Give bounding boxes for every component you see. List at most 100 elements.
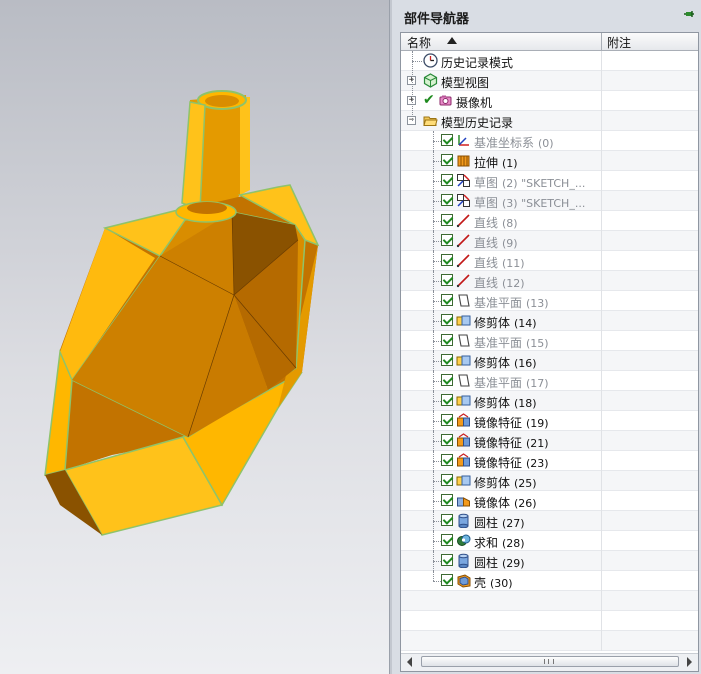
line-icon [456,254,470,268]
visibility-checkbox[interactable] [441,174,453,186]
visibility-checkbox[interactable] [441,234,453,246]
column-separator [601,191,602,211]
tree-item-label: 基准平面 (15) [474,334,549,351]
visibility-checkbox[interactable] [441,294,453,306]
column-separator[interactable] [601,33,602,50]
column-header-name[interactable]: 名称 [407,34,431,51]
tree-row[interactable]: 直线 (11) [401,251,698,271]
trim-body-icon [456,355,471,366]
feature-name: 镜像体 [474,496,511,510]
camera-icon [439,95,452,106]
tree-row[interactable]: 镜像特征 (19) [401,411,698,431]
visibility-checkbox[interactable] [441,154,453,166]
tree-row[interactable]: 求和 (28) [401,531,698,551]
column-separator [601,51,602,71]
mirror-body-icon [457,497,470,507]
visibility-checkbox[interactable] [441,194,453,206]
tree-item-label: 基准平面 (17) [474,374,549,391]
navigator-tree[interactable]: 名称 附注 历史记录模式 + 模型视图 + ✔ 摄像机 − 模型历史记录 基准坐标系 (0) 拉伸(… [400,32,699,672]
tree-row[interactable]: 基准坐标系 (0) [401,131,698,151]
tree-item-label: 直线 (8) [474,214,518,231]
visibility-checkbox[interactable] [441,574,453,586]
tree-row[interactable]: + ✔ 摄像机 [401,91,698,111]
column-separator [601,71,602,91]
visibility-checkbox[interactable] [441,374,453,386]
horizontal-scrollbar[interactable] [401,653,698,671]
tree-row[interactable]: 拉伸 (1) [401,151,698,171]
visibility-checkbox[interactable] [441,134,453,146]
tree-connector [433,141,441,143]
visibility-checkbox[interactable] [441,314,453,326]
tree-row[interactable]: 修剪体 (16) [401,351,698,371]
pin-icon[interactable] [683,9,695,21]
column-separator [601,331,602,351]
tree-row[interactable]: 直线 (8) [401,211,698,231]
feature-name: 圆柱 [474,516,499,530]
visibility-checkbox[interactable] [441,254,453,266]
feature-number: (14) [514,317,537,330]
tree-row[interactable]: 修剪体 (14) [401,311,698,331]
line-icon [456,274,470,288]
tree-row[interactable]: 圆柱 (29) [401,551,698,571]
tree-connector [433,461,441,463]
tree-connector [433,541,441,543]
feature-name: 基准平面 [474,296,523,310]
visibility-checkbox[interactable] [441,214,453,226]
shell-icon [457,574,471,588]
feature-name: 草图 [474,196,499,210]
column-separator [601,371,602,391]
tree-row[interactable]: 基准平面 (13) [401,291,698,311]
tree-item-label: 镜像特征 (21) [474,434,549,451]
tree-item-label: 草图 (2) "SKETCH_... [474,174,585,191]
tree-row[interactable]: 修剪体 (25) [401,471,698,491]
visibility-checkbox[interactable] [441,554,453,566]
visibility-checkbox[interactable] [441,274,453,286]
tree-row[interactable]: 直线 (12) [401,271,698,291]
visibility-checkbox[interactable] [441,514,453,526]
visibility-checkbox[interactable] [441,494,453,506]
tree-row[interactable]: 修剪体 (18) [401,391,698,411]
tree-connector [433,571,435,581]
part-model[interactable] [0,0,389,674]
column-header-note[interactable]: 附注 [607,34,631,51]
visibility-checkbox[interactable] [441,454,453,466]
tree-connector [433,221,441,223]
line-icon [456,234,470,248]
visibility-checkbox[interactable] [441,434,453,446]
tree-row[interactable]: 镜像体 (26) [401,491,698,511]
tree-row[interactable]: 壳 (30) [401,571,698,591]
visibility-checkbox[interactable] [441,334,453,346]
empty-row [401,611,698,631]
tree-connector [433,321,441,323]
tree-connector [433,301,441,303]
tree-row[interactable]: 草图 (2) "SKETCH_... [401,171,698,191]
tree-row[interactable]: 直线 (9) [401,231,698,251]
tree-row[interactable]: 历史记录模式 [401,51,698,71]
feature-name: 壳 [474,576,487,590]
scroll-right-icon[interactable] [687,657,692,667]
column-separator [601,531,602,551]
tree-row[interactable]: 基准平面 (15) [401,331,698,351]
tree-row[interactable]: 基准平面 (17) [401,371,698,391]
visibility-checkbox[interactable] [441,474,453,486]
graphics-viewport[interactable] [0,0,389,674]
scrollbar-thumb[interactable] [421,656,679,667]
tree-row[interactable]: 镜像特征 (23) [401,451,698,471]
feature-number: (3) "SKETCH_... [502,197,586,210]
tree-row[interactable]: + 模型视图 [401,71,698,91]
visibility-checkbox[interactable] [441,534,453,546]
tree-item-label: 基准平面 (13) [474,294,549,311]
visibility-checkbox[interactable] [441,354,453,366]
tree-connector [433,521,441,523]
tree-row[interactable]: 镜像特征 (21) [401,431,698,451]
empty-row [401,591,698,611]
tree-row[interactable]: 草图 (3) "SKETCH_... [401,191,698,211]
tree-row[interactable]: 圆柱 (27) [401,511,698,531]
feature-number: (27) [502,517,525,530]
visible-check-icon[interactable]: ✔ [423,92,435,108]
visibility-checkbox[interactable] [441,394,453,406]
scroll-left-icon[interactable] [407,657,412,667]
tree-header: 名称 附注 [401,33,698,51]
visibility-checkbox[interactable] [441,414,453,426]
tree-row[interactable]: − 模型历史记录 [401,111,698,131]
